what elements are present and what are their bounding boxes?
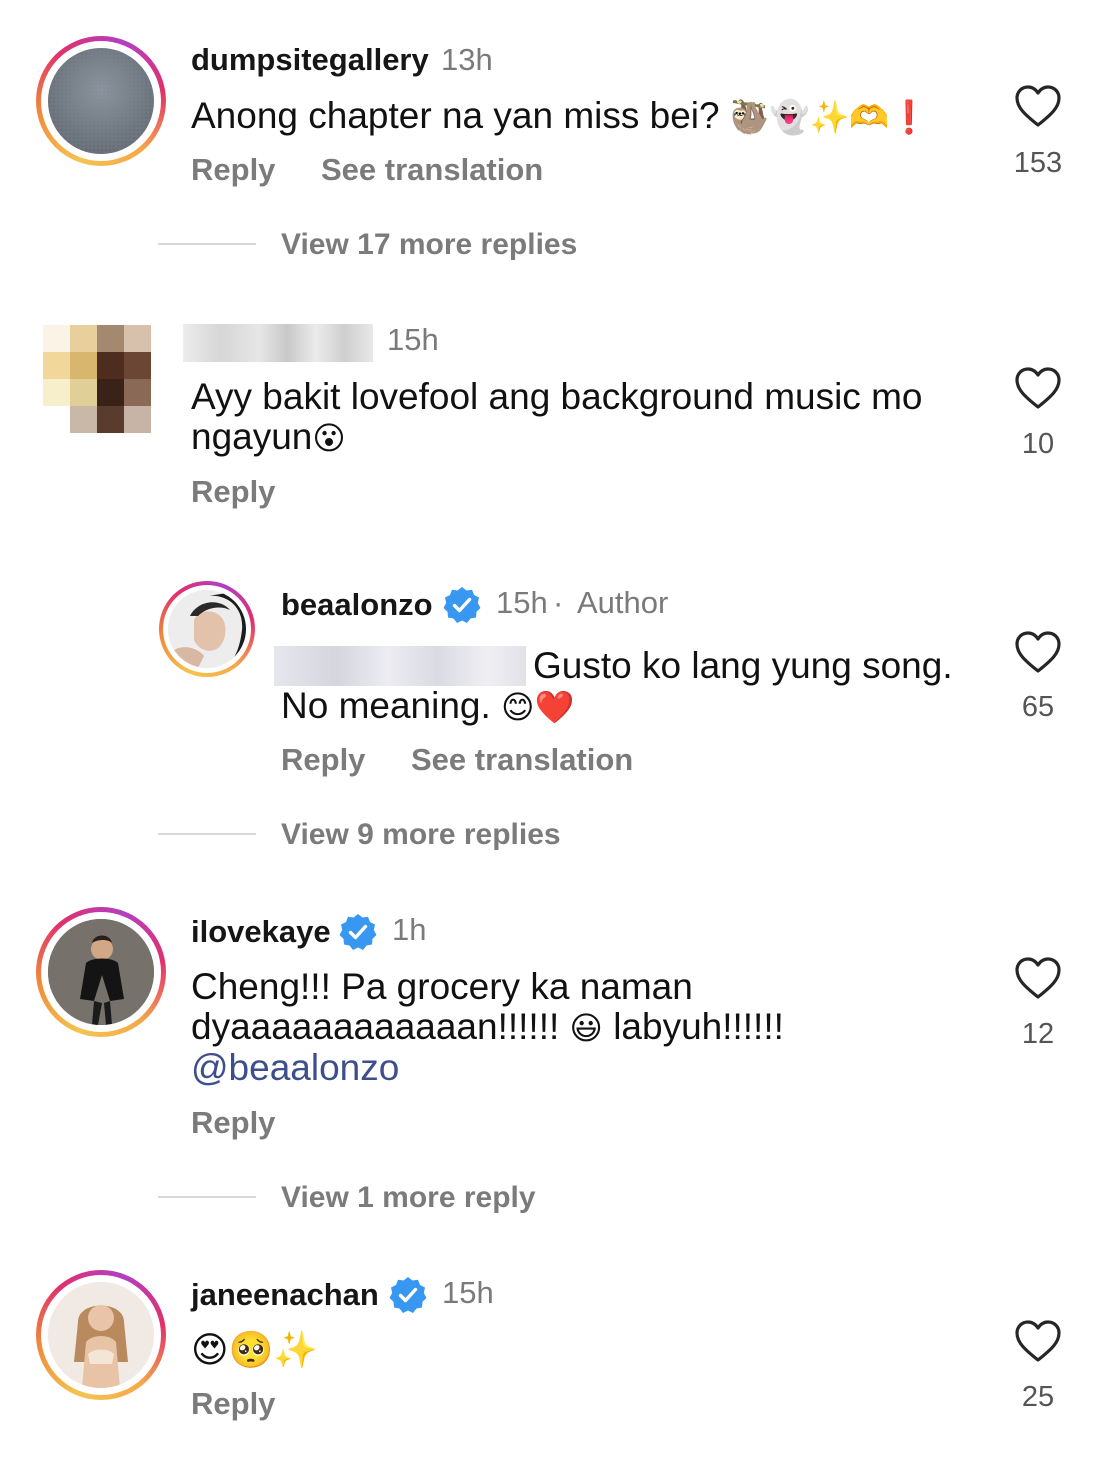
heart-icon[interactable] xyxy=(1014,956,1062,1000)
username[interactable]: beaalonzo xyxy=(281,587,433,623)
comment-text: Ayy bakit lovefool ang background music … xyxy=(191,376,923,458)
heart-icon[interactable] xyxy=(1014,630,1062,674)
timestamp: 15h xyxy=(387,322,439,357)
comment-text: Anong chapter na yan miss bei? 🦥👻✨🫶❗ xyxy=(191,95,930,137)
verified-badge-icon xyxy=(389,1277,427,1313)
like-button[interactable] xyxy=(1014,956,1062,1005)
username[interactable]: dumpsitegallery xyxy=(191,42,429,78)
view-replies-button[interactable]: View 1 more reply xyxy=(281,1181,536,1215)
like-button[interactable] xyxy=(1014,1319,1062,1368)
separator: · xyxy=(553,585,564,620)
like-button[interactable] xyxy=(1014,366,1062,415)
emoji: 😮 xyxy=(312,419,346,457)
like-count: 153 xyxy=(1013,147,1063,179)
emoji: 😃 xyxy=(569,1009,603,1047)
comment-text: 😍🥺✨ xyxy=(191,1330,318,1371)
reply-button[interactable]: Reply xyxy=(191,474,275,510)
timestamp: 1h xyxy=(392,912,427,947)
replies-divider xyxy=(158,833,256,835)
view-replies-button[interactable]: View 9 more replies xyxy=(281,818,561,852)
like-button[interactable] xyxy=(1014,84,1062,133)
like-count: 10 xyxy=(1021,428,1055,460)
reply-button[interactable]: Reply xyxy=(191,1386,275,1422)
like-count: 12 xyxy=(1021,1018,1055,1050)
replies-divider xyxy=(158,243,256,245)
verified-badge-icon xyxy=(443,587,481,623)
heart-icon[interactable] xyxy=(1014,366,1062,410)
username-redacted xyxy=(183,324,373,362)
comment-text: Gusto ko lang yung song. xyxy=(533,645,953,686)
mention-redacted xyxy=(274,646,526,686)
comment-text-continued: No meaning. 😊❤️ xyxy=(281,685,575,727)
like-count: 25 xyxy=(1021,1381,1055,1413)
avatar xyxy=(48,1282,154,1388)
avatar-pixelated[interactable] xyxy=(43,325,151,433)
avatar-story-ring[interactable] xyxy=(36,907,166,1037)
emoji-group: 🦥👻✨🫶❗ xyxy=(729,98,930,136)
like-button[interactable] xyxy=(1014,630,1062,679)
avatar xyxy=(168,590,246,668)
username[interactable]: ilovekaye xyxy=(191,914,331,950)
timestamp: 15h xyxy=(496,585,548,620)
like-count: 65 xyxy=(1021,691,1055,723)
username[interactable]: janeenachan xyxy=(191,1277,379,1313)
reply-button[interactable]: Reply xyxy=(281,742,365,778)
comment-text: Cheng!!! Pa grocery ka naman dyaaaaaaaaa… xyxy=(191,966,784,1088)
see-translation-button[interactable]: See translation xyxy=(321,152,543,188)
reply-button[interactable]: Reply xyxy=(191,152,275,188)
avatar xyxy=(48,48,154,154)
mention-link[interactable]: @beaalonzo xyxy=(191,1048,784,1088)
avatar-story-ring[interactable] xyxy=(159,581,255,677)
timestamp: 15h xyxy=(442,1275,494,1310)
replies-divider xyxy=(158,1196,256,1198)
emoji-group: 😍🥺✨ xyxy=(191,1330,319,1371)
avatar-story-ring[interactable] xyxy=(36,1270,166,1400)
avatar xyxy=(48,919,154,1025)
heart-icon[interactable] xyxy=(1014,1319,1062,1363)
emoji-group: 😊❤️ xyxy=(501,688,575,726)
timestamp: 13h xyxy=(441,42,493,77)
see-translation-button[interactable]: See translation xyxy=(411,742,633,778)
avatar-story-ring[interactable] xyxy=(36,36,166,166)
view-replies-button[interactable]: View 17 more replies xyxy=(281,228,577,262)
author-label: Author xyxy=(577,585,669,620)
reply-button[interactable]: Reply xyxy=(191,1105,275,1141)
heart-icon[interactable] xyxy=(1014,84,1062,128)
verified-badge-icon xyxy=(339,914,377,950)
